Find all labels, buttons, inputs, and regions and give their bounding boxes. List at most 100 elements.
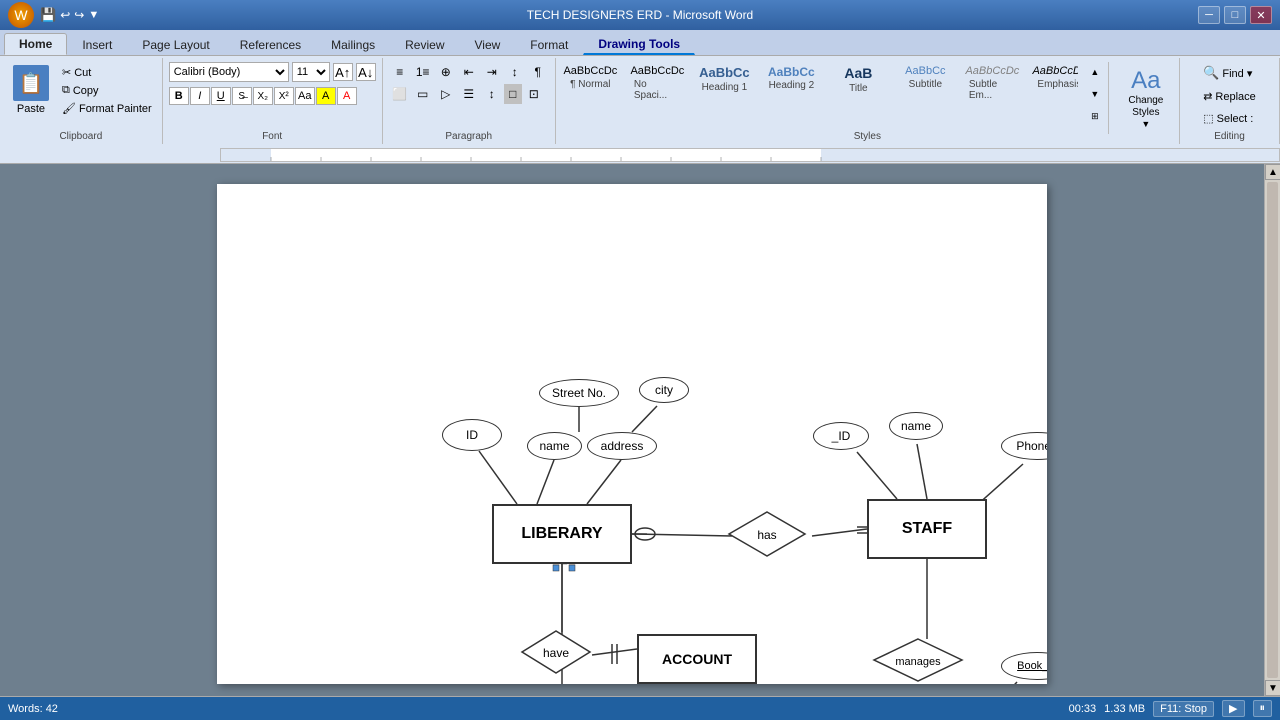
style-normal-preview: AaBbCcDc xyxy=(563,65,617,78)
case-button[interactable]: Aa xyxy=(295,87,315,105)
find-button[interactable]: 🔍 Find ▾ xyxy=(1197,62,1258,84)
paste-button[interactable]: 📋 Paste xyxy=(6,62,56,118)
shading-button[interactable]: □ xyxy=(504,84,522,104)
clipboard-small-buttons: ✂ Cut ⧉ Copy 🖌 Format Painter xyxy=(58,62,156,117)
time-display: 00:33 xyxy=(1069,703,1097,715)
justify-button[interactable]: ☰ xyxy=(458,84,480,104)
cut-icon: ✂ xyxy=(62,66,71,79)
decrease-indent-button[interactable]: ⇤ xyxy=(458,62,480,82)
styles-more[interactable]: ⊞ xyxy=(1084,106,1106,126)
borders-button[interactable]: ⊡ xyxy=(523,84,545,104)
style-no-spacing-label: No Spaci... xyxy=(634,79,681,101)
style-title[interactable]: AaB Title xyxy=(826,62,891,104)
style-subtle-em[interactable]: AaBbCcDc Subtle Em... xyxy=(960,62,1025,104)
ribbon: 📋 Paste ✂ Cut ⧉ Copy 🖌 Format Painter Cl… xyxy=(0,56,1280,146)
replace-button[interactable]: ⇄ Replace xyxy=(1197,87,1262,106)
ruler xyxy=(0,146,1280,164)
entity-staff[interactable]: STAFF xyxy=(867,499,987,559)
select-icon: ⬚ xyxy=(1203,112,1213,125)
align-left-button[interactable]: ⬜ xyxy=(389,84,411,104)
change-styles-container: Aa Change Styles ▼ xyxy=(1108,62,1177,134)
close-button[interactable]: ✕ xyxy=(1250,6,1272,24)
font-family-select[interactable]: Calibri (Body) xyxy=(169,62,289,82)
shrink-font-button[interactable]: A↓ xyxy=(356,63,376,81)
erd-canvas: LIBERARY STAFF ACCOUNT MEMBERS BOOKS xyxy=(217,184,1047,684)
save-icon[interactable]: 💾 xyxy=(40,7,56,23)
numbering-button[interactable]: 1≡ xyxy=(412,62,434,82)
styles-label: Styles xyxy=(556,131,1179,142)
f11-stop[interactable]: F11: Stop xyxy=(1153,701,1214,717)
scroll-down-button[interactable]: ▼ xyxy=(1265,680,1280,696)
styles-scroll-up[interactable]: ▲ xyxy=(1084,62,1106,82)
tab-view[interactable]: View xyxy=(460,33,516,55)
cut-button[interactable]: ✂ Cut xyxy=(58,64,156,81)
select-button[interactable]: ⬚ Select : xyxy=(1197,109,1259,128)
tab-format[interactable]: Format xyxy=(515,33,583,55)
paste-icon: 📋 xyxy=(13,65,49,101)
highlight-button[interactable]: A xyxy=(316,87,336,105)
clipboard-label: Clipboard xyxy=(0,131,162,142)
style-emphasis[interactable]: AaBbCcDc Emphasis xyxy=(1027,62,1078,104)
multilevel-button[interactable]: ⊕ xyxy=(435,62,457,82)
bold-button[interactable]: B xyxy=(169,87,189,105)
vertical-scrollbar[interactable]: ▲ ▼ xyxy=(1264,164,1280,696)
format-painter-button[interactable]: 🖌 Format Painter xyxy=(58,100,156,117)
clipboard-group: 📋 Paste ✂ Cut ⧉ Copy 🖌 Format Painter Cl… xyxy=(0,58,163,144)
style-normal[interactable]: AaBbCcDc ¶ Normal xyxy=(558,62,623,104)
minimize-button[interactable]: ─ xyxy=(1198,6,1220,24)
document-scroll[interactable]: LIBERARY STAFF ACCOUNT MEMBERS BOOKS xyxy=(0,164,1264,696)
italic-button[interactable]: I xyxy=(190,87,210,105)
svg-text:have: have xyxy=(543,646,569,660)
tab-references[interactable]: References xyxy=(225,33,316,55)
entity-library[interactable]: LIBERARY xyxy=(492,504,632,564)
redo-icon[interactable]: ↪ xyxy=(74,8,84,22)
editing-group: 🔍 Find ▾ ⇄ Replace ⬚ Select : Editing xyxy=(1180,58,1280,144)
style-heading1[interactable]: AaBbCc Heading 1 xyxy=(692,62,757,104)
copy-button[interactable]: ⧉ Copy xyxy=(58,82,156,99)
grow-font-button[interactable]: A↑ xyxy=(333,63,353,81)
style-subtitle-label: Subtitle xyxy=(909,79,942,90)
tab-page-layout[interactable]: Page Layout xyxy=(127,33,224,55)
font-color-button[interactable]: A xyxy=(337,87,357,105)
attr-lib-streetno: Street No. xyxy=(539,379,619,407)
paragraph-content: ≡ 1≡ ⊕ ⇤ ⇥ ↕ ¶ ⬜ ▭ ▷ ☰ ↕ □ ⊡ xyxy=(389,60,549,142)
play-button[interactable]: ▶ xyxy=(1222,700,1244,717)
superscript-button[interactable]: X² xyxy=(274,87,294,105)
subscript-button[interactable]: X₂ xyxy=(253,87,273,105)
style-title-preview: AaB xyxy=(844,65,872,82)
tab-review[interactable]: Review xyxy=(390,33,459,55)
style-normal-label: ¶ Normal xyxy=(570,79,610,90)
paragraph-label: Paragraph xyxy=(383,131,555,142)
strikethrough-button[interactable]: S̶ xyxy=(232,87,252,105)
tab-home[interactable]: Home xyxy=(4,33,67,55)
scroll-thumb[interactable] xyxy=(1267,182,1278,678)
window-controls: ─ □ ✕ xyxy=(1198,6,1272,24)
tab-mailings[interactable]: Mailings xyxy=(316,33,390,55)
format-painter-icon: 🖌 xyxy=(62,102,76,115)
tab-insert[interactable]: Insert xyxy=(67,33,127,55)
styles-scroll-down[interactable]: ▼ xyxy=(1084,84,1106,104)
style-heading2[interactable]: AaBbCc Heading 2 xyxy=(759,62,824,104)
change-styles-button[interactable]: Aa Change Styles ▼ xyxy=(1115,62,1177,134)
undo-icon[interactable]: ↩ xyxy=(60,8,70,22)
align-right-button[interactable]: ▷ xyxy=(435,84,457,104)
underline-button[interactable]: U xyxy=(211,87,231,105)
statusbar: Words: 42 00:33 1.33 MB F11: Stop ▶ ⏸ xyxy=(0,696,1280,720)
increase-indent-button[interactable]: ⇥ xyxy=(481,62,503,82)
pause-button[interactable]: ⏸ xyxy=(1253,700,1273,717)
show-marks-button[interactable]: ¶ xyxy=(527,62,549,82)
align-center-button[interactable]: ▭ xyxy=(412,84,434,104)
maximize-button[interactable]: □ xyxy=(1224,6,1246,24)
sort-button[interactable]: ↕ xyxy=(504,62,526,82)
font-selector-row: Calibri (Body) 11 A↑ A↓ xyxy=(169,62,376,82)
tab-drawing-tools[interactable]: Drawing Tools xyxy=(583,33,695,55)
style-subtitle[interactable]: AaBbCc Subtitle xyxy=(893,62,958,104)
bullets-button[interactable]: ≡ xyxy=(389,62,411,82)
entity-account[interactable]: ACCOUNT xyxy=(637,634,757,684)
replace-icon: ⇄ xyxy=(1203,90,1212,103)
style-no-spacing[interactable]: AaBbCcDc No Spaci... xyxy=(625,62,690,104)
customize-icon[interactable]: ▼ xyxy=(88,9,99,21)
scroll-up-button[interactable]: ▲ xyxy=(1265,164,1280,180)
line-spacing-button[interactable]: ↕ xyxy=(481,84,503,104)
font-size-select[interactable]: 11 xyxy=(292,62,330,82)
